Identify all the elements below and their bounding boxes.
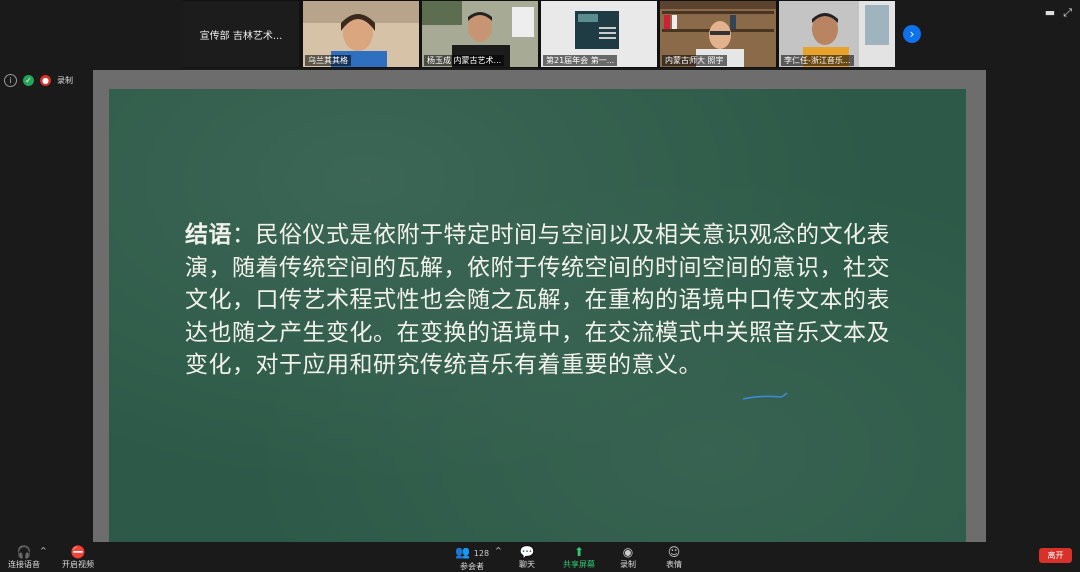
audio-options-icon[interactable]: ^ — [40, 546, 47, 555]
participants-count: 128 — [473, 549, 490, 558]
pen-annotation — [742, 392, 788, 400]
share-screen-label: 共享屏幕 — [563, 560, 595, 569]
participant-label: 李仁任-浙江音乐... — [781, 55, 854, 66]
record-button-icon: ◉ — [622, 545, 634, 559]
participant-strip: 宣传部 吉林艺术... 乌兰其其格 杨玉成 内蒙古艺术... 第21届年会 第一… — [183, 0, 895, 68]
meeting-status: i ✓ ● 录制 — [4, 74, 73, 87]
participant-label: 第21届年会 第一... — [543, 55, 618, 66]
participant-tile-5[interactable]: 李仁任-浙江音乐... — [779, 1, 895, 67]
share-screen-icon: ⬆ — [573, 545, 585, 559]
record-button[interactable]: ◉ 录制 — [620, 545, 636, 570]
next-page-button[interactable]: › — [903, 25, 921, 43]
slide-text: 结语：民俗仪式是依附于特定时间与空间以及相关意识观念的文化表演，随着传统空间的瓦… — [185, 219, 905, 382]
participant-tile-3[interactable]: 第21届年会 第一... — [541, 1, 657, 67]
participant-name: 宣传部 吉林艺术... — [199, 31, 283, 42]
minimize-icon[interactable]: ▬ — [1045, 6, 1055, 20]
participants-icon: 👥 128 — [455, 545, 490, 559]
chat-icon: 💬 — [519, 545, 535, 559]
participants-label: 参会者 — [460, 562, 485, 571]
share-screen-button[interactable]: ⬆ 共享屏幕 — [563, 545, 595, 570]
record-label: 录制 — [620, 560, 636, 569]
shield-icon[interactable]: ✓ — [23, 75, 34, 86]
participant-tile-0[interactable]: 宣传部 吉林艺术... — [183, 1, 299, 67]
reactions-label: 表情 — [666, 560, 682, 569]
connect-audio-label: 连接语音 — [8, 560, 40, 569]
reactions-button[interactable]: ☺ 表情 — [666, 545, 682, 570]
record-icon: ● — [40, 75, 51, 86]
participant-tile-4[interactable]: 内蒙古师大 照宇 — [660, 1, 776, 67]
view-controls: ▬ ⤢ — [1045, 6, 1072, 20]
info-icon[interactable]: i — [4, 74, 17, 87]
headphone-icon: 🎧 — [16, 545, 32, 559]
chalkboard-slide: 结语：民俗仪式是依附于特定时间与空间以及相关意识观念的文化表演，随着传统空间的瓦… — [109, 89, 966, 542]
participants-button[interactable]: 👥 128 参会者 — [455, 545, 489, 572]
reaction-icon: ☺ — [667, 545, 681, 559]
participant-label: 内蒙古师大 照宇 — [662, 55, 727, 66]
meeting-toolbar: 🎧 连接语音 ^ ⛔ 开启视频 👥 128 参会者 ^ 💬 聊天 ⬆ 共享屏幕 … — [0, 542, 1080, 572]
participants-options-icon[interactable]: ^ — [495, 546, 502, 555]
video-off-icon: ⛔ — [70, 545, 86, 559]
slide-title: 结语 — [185, 222, 232, 248]
start-video-label: 开启视频 — [62, 560, 94, 569]
chat-button[interactable]: 💬 聊天 — [519, 545, 535, 570]
participant-label: 杨玉成 内蒙古艺术... — [424, 55, 505, 66]
participant-tile-2[interactable]: 杨玉成 内蒙古艺术... — [422, 1, 538, 67]
participant-tile-1[interactable]: 乌兰其其格 — [303, 1, 419, 67]
connect-audio-button[interactable]: 🎧 连接语音 — [8, 545, 40, 570]
start-video-button[interactable]: ⛔ 开启视频 — [62, 545, 94, 570]
participant-label: 乌兰其其格 — [305, 55, 351, 66]
slide-body: 民俗仪式是依附于特定时间与空间以及相关意识观念的文化表演，随着传统空间的瓦解，依… — [185, 222, 890, 378]
record-status-label: 录制 — [57, 76, 73, 85]
shared-screen: 结语：民俗仪式是依附于特定时间与空间以及相关意识观念的文化表演，随着传统空间的瓦… — [93, 70, 986, 542]
chat-label: 聊天 — [519, 560, 535, 569]
slide-colon: ： — [232, 222, 256, 248]
leave-button[interactable]: 离开 — [1039, 548, 1072, 563]
fullscreen-icon[interactable]: ⤢ — [1063, 6, 1072, 20]
